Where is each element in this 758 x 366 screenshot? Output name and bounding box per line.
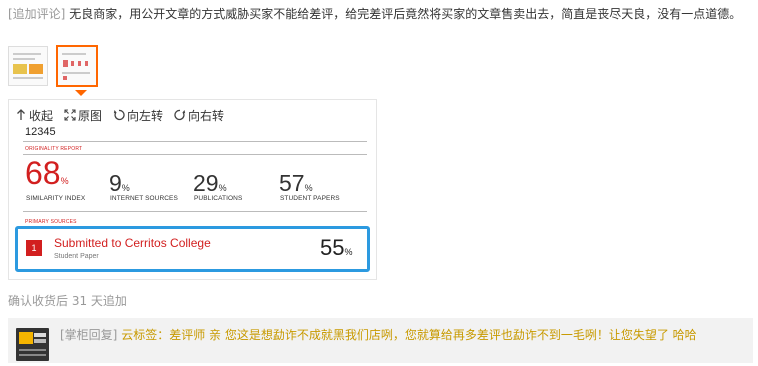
original-size-label: 原图: [78, 108, 103, 123]
source-name: Submitted to Cerritos College: [54, 236, 211, 250]
reply-tag: [掌柜回复]: [60, 328, 118, 342]
stat-label: STUDENT PAPERS: [280, 195, 340, 202]
primary-source-highlight: 1 Submitted to Cerritos College Student …: [15, 226, 370, 272]
thumbnail-2-selected[interactable]: [56, 45, 98, 87]
review-text: 无良商家，用公开文章的方式威胁买家不能给差评，给完差评后竟然将买家的文章售卖出去…: [65, 7, 742, 21]
rotate-right-icon: [174, 109, 186, 121]
stat-unit: %: [121, 183, 130, 193]
stat-label: SIMILARITY INDEX: [26, 195, 86, 202]
stat-value: 9: [109, 170, 122, 196]
source-value: 55: [320, 235, 345, 260]
fullscreen-icon: [64, 109, 76, 121]
stat-label: PUBLICATIONS: [194, 195, 243, 202]
review-tag: [追加评论]: [8, 7, 66, 21]
collapse-button[interactable]: 收起: [15, 106, 53, 124]
rotate-right-button[interactable]: 向右转: [174, 106, 224, 124]
collapse-arrow-icon: [17, 109, 25, 120]
stat-label: INTERNET SOURCES: [110, 195, 178, 202]
source-type: Student Paper: [54, 253, 99, 260]
originality-report-header: ORIGINALITY REPORT: [25, 146, 83, 152]
added-note: 确认收货后 31 天追加: [8, 294, 127, 308]
review-content: [追加评论] 无良商家，用公开文章的方式威胁买家不能给差评，给完差评后竟然将买家…: [8, 5, 750, 23]
source-unit: %: [344, 247, 353, 257]
collapse-label: 收起: [29, 108, 54, 123]
divider: [23, 154, 367, 155]
stat-value: 57: [279, 170, 305, 196]
primary-sources-header: PRIMARY SOURCES: [25, 219, 77, 225]
thumbnail-1[interactable]: [8, 46, 48, 86]
divider: [23, 141, 367, 142]
stat-value: 68: [25, 155, 61, 191]
image-viewer: 收起 原图 向左转 向右转 12345 ORIGINALITY REPORT 6…: [8, 99, 377, 280]
original-size-button[interactable]: 原图: [64, 106, 102, 124]
stat-internet-sources: 9% INTERNET SOURCES: [109, 170, 178, 202]
document-id: 12345: [25, 126, 56, 138]
stat-value: 29: [193, 170, 219, 196]
seller-reply: [掌柜回复] 云标签：差评师 亲 您这是想勐诈不成就黑我们店咧，您就算给再多差评…: [8, 318, 753, 363]
rotate-left-icon: [113, 109, 125, 121]
stat-similarity-index: 68% SIMILARITY INDEX: [25, 155, 85, 202]
reply-text: 云标签：差评师 亲 您这是想勐诈不成就黑我们店咧，您就算给再多差评也勐诈不到一毛…: [117, 328, 697, 342]
stat-publications: 29% PUBLICATIONS: [193, 170, 242, 202]
stat-unit: %: [60, 176, 69, 186]
source-percentage: 55%: [320, 235, 353, 261]
selected-thumb-arrow: [75, 90, 87, 96]
rotate-left-label: 向左转: [127, 108, 164, 123]
source-rank: 1: [26, 240, 42, 256]
reply-content: [掌柜回复] 云标签：差评师 亲 您这是想勐诈不成就黑我们店咧，您就算给再多差评…: [60, 327, 697, 343]
rotate-left-button[interactable]: 向左转: [113, 106, 163, 124]
stat-student-papers: 57% STUDENT PAPERS: [279, 170, 340, 202]
rotate-right-label: 向右转: [188, 108, 225, 123]
stat-unit: %: [218, 183, 227, 193]
shop-logo: [16, 328, 49, 361]
viewer-toolbar: 收起 原图 向左转 向右转: [15, 106, 224, 124]
stat-unit: %: [304, 183, 313, 193]
divider: [23, 211, 367, 212]
